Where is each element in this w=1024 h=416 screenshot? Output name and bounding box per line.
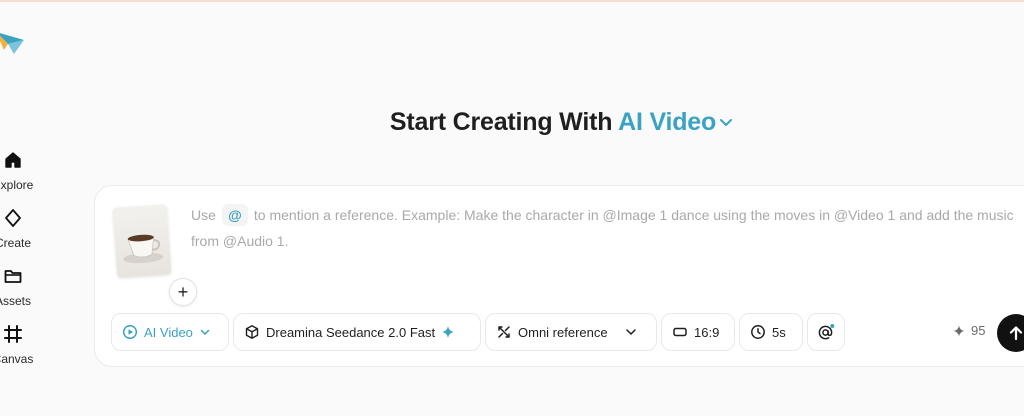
reference-thumbnail[interactable]: + [112,204,197,306]
sidebar-item-label: Create [0,236,32,250]
sidebar-item-canvas[interactable]: Canvas [0,324,46,368]
mention-chip[interactable]: @ [221,204,248,226]
sidebar-item-assets[interactable]: Assets [0,266,46,310]
coffee-cup-image [112,204,172,278]
clock-icon [751,325,765,339]
aspect-ratio-button[interactable]: 16:9 [661,313,735,351]
page-title: Start Creating With AI Video [0,108,1024,137]
arrow-up-icon [1009,326,1023,341]
prompt-placeholder-rest: to mention a reference. Example: Make th… [191,207,1014,249]
coffee-cup-illustration [123,234,164,264]
aspect-ratio-icon [673,327,687,337]
sparkle-icon [953,325,965,336]
aspect-ratio-label: 16:9 [694,324,720,340]
sidebar-item-label: Canvas [0,352,34,366]
logo-icon[interactable] [0,26,26,58]
diamond-icon [5,209,21,227]
page-title-prefix: Start Creating With [389,108,613,136]
sidebar-item-label: Explore [0,178,34,192]
send-button[interactable] [997,314,1024,352]
chevron-down-icon [720,119,733,127]
add-reference-button[interactable]: + [169,278,197,306]
prompt-placeholder-start: Use [191,207,216,223]
mode-dropdown-label: AI Video [618,108,717,136]
video-play-icon [122,324,138,340]
mention-button[interactable] [807,313,845,351]
credits-indicator: 95 [953,323,985,338]
mode-dropdown[interactable]: AI Video [618,108,734,136]
folder-icon [4,270,22,283]
sparkle-icon [442,326,455,338]
prompt-input[interactable]: Use @ to mention a reference. Example: Mak… [191,202,1021,254]
mode-select-label: AI Video [144,324,193,340]
chevron-down-icon [200,329,210,335]
home-icon [5,152,21,168]
reference-select-label: Omni reference [518,324,608,340]
credits-count: 95 [971,323,986,338]
model-select-label: Dreamina Seedance 2.0 Fast [266,324,436,340]
at-sign-icon [818,324,835,340]
omni-reference-icon [498,326,510,338]
sidebar-item-create[interactable]: Create [0,208,46,252]
duration-label: 5s [772,324,786,340]
model-select-button[interactable]: Dreamina Seedance 2.0 Fast [233,313,481,351]
duration-button[interactable]: 5s [739,313,803,351]
mode-select-button[interactable]: AI Video [111,313,229,351]
sidebar-item-explore[interactable]: Explore [0,150,46,194]
reference-select-button[interactable]: Omni reference [485,313,657,351]
sidebar-item-label: Assets [0,294,31,308]
frame-icon [4,325,22,343]
chevron-down-icon [625,329,636,335]
top-border [0,0,1024,2]
prompt-composer: + Use @ to mention a reference. Example: M… [94,185,1024,367]
cube-icon [245,325,259,339]
